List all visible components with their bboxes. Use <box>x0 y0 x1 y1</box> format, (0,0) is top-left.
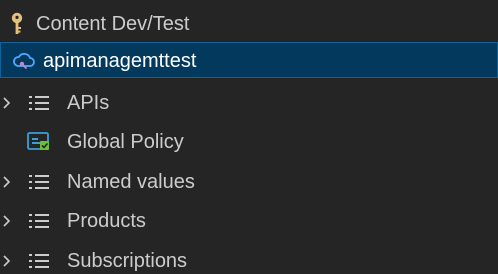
tree-item-label: Content Dev/Test <box>36 13 190 35</box>
tree-item-label: APIs <box>67 92 110 114</box>
tree-item-named-values[interactable]: Named values <box>0 164 498 200</box>
tree-item-apis[interactable]: APIs <box>0 85 498 121</box>
chevron-right-icon[interactable] <box>0 203 14 239</box>
list-icon <box>26 85 52 121</box>
chevron-right-icon[interactable] <box>0 85 14 121</box>
tree-item-label: apimanagemttest <box>43 50 197 72</box>
policy-icon <box>26 124 52 160</box>
chevron-right-icon[interactable] <box>0 164 14 200</box>
tree-item-label: Named values <box>67 171 195 193</box>
tree-item-subscriptions[interactable]: Subscriptions <box>0 243 498 274</box>
tree-item-global-policy[interactable]: Global Policy <box>0 124 498 160</box>
list-icon <box>26 164 52 200</box>
tree-item-label: Global Policy <box>67 131 184 153</box>
tree-item-products[interactable]: Products <box>0 203 498 239</box>
tree-item-label: Subscriptions <box>67 250 188 272</box>
list-icon <box>26 203 52 239</box>
key-icon <box>4 6 30 42</box>
chevron-right-icon[interactable] <box>0 243 14 274</box>
list-icon <box>26 243 52 274</box>
explorer-tree: Content Dev/Test apimanagemttest APIs Gl… <box>0 0 498 274</box>
tree-item-service[interactable]: apimanagemttest <box>0 42 498 78</box>
tree-item-label: Products <box>67 210 146 232</box>
tree-item-subscription[interactable]: Content Dev/Test <box>0 6 498 42</box>
cloud-icon <box>11 43 37 79</box>
